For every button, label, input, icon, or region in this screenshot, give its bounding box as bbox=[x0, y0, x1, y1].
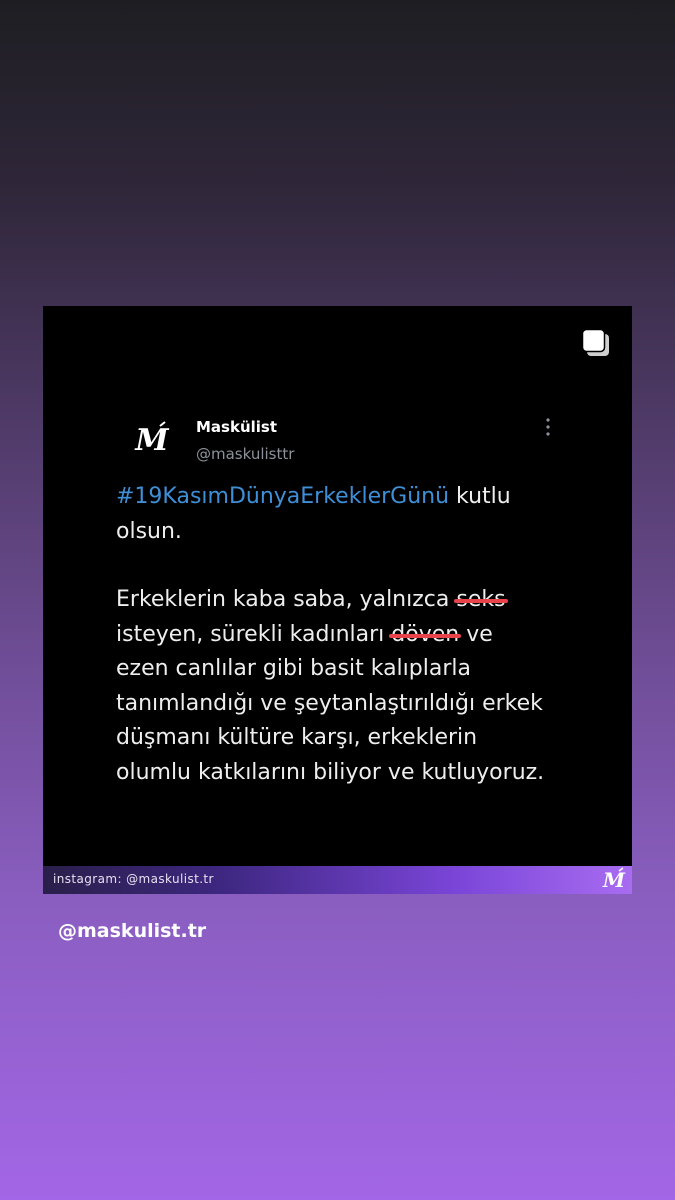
tweet-line: #19KasımDünyaErkeklerGünü kutlu bbox=[116, 484, 511, 509]
footer-logo-text: M bbox=[602, 868, 626, 892]
instagram-footer-label: instagram: @maskulist.tr bbox=[53, 872, 214, 886]
account-logo-avatar[interactable]: M bbox=[130, 420, 174, 464]
struck-word: seks bbox=[454, 583, 508, 618]
story-mention-sticker[interactable]: @maskulist.tr bbox=[58, 920, 206, 942]
hashtag-link[interactable]: #19KasımDünyaErkeklerGünü bbox=[116, 484, 449, 509]
tweet-line: olsun. bbox=[116, 518, 182, 544]
maskulist-logo: M bbox=[602, 867, 626, 892]
struck-word: döven bbox=[389, 618, 462, 653]
tweet-line: isteyen, sürekli kadınları döven ve bbox=[116, 618, 586, 653]
tweet-line: olumlu katkılarını biliyor ve kutluyoruz… bbox=[116, 759, 545, 785]
avatar-logo-text: M bbox=[134, 423, 169, 458]
account-display-name[interactable]: Maskülist bbox=[196, 418, 277, 436]
tweet-line: Erkeklerin kaba saba, yalnızca seks bbox=[116, 583, 586, 618]
account-handle[interactable]: @maskulisttr bbox=[196, 445, 294, 463]
tweet-line: ezen canlılar gibi basit kalıplarla bbox=[116, 656, 471, 681]
more-options-icon[interactable] bbox=[540, 416, 556, 438]
tweet-line: düşmanı kültüre karşı, erkeklerin bbox=[116, 725, 478, 750]
tweet-body: #19KasımDünyaErkeklerGünü kutlu olsun. E… bbox=[116, 480, 586, 790]
tweet-line: tanımlandığı ve şeytanlaştırıldığı erkek bbox=[116, 690, 543, 716]
multiple-photos-icon bbox=[581, 328, 609, 356]
